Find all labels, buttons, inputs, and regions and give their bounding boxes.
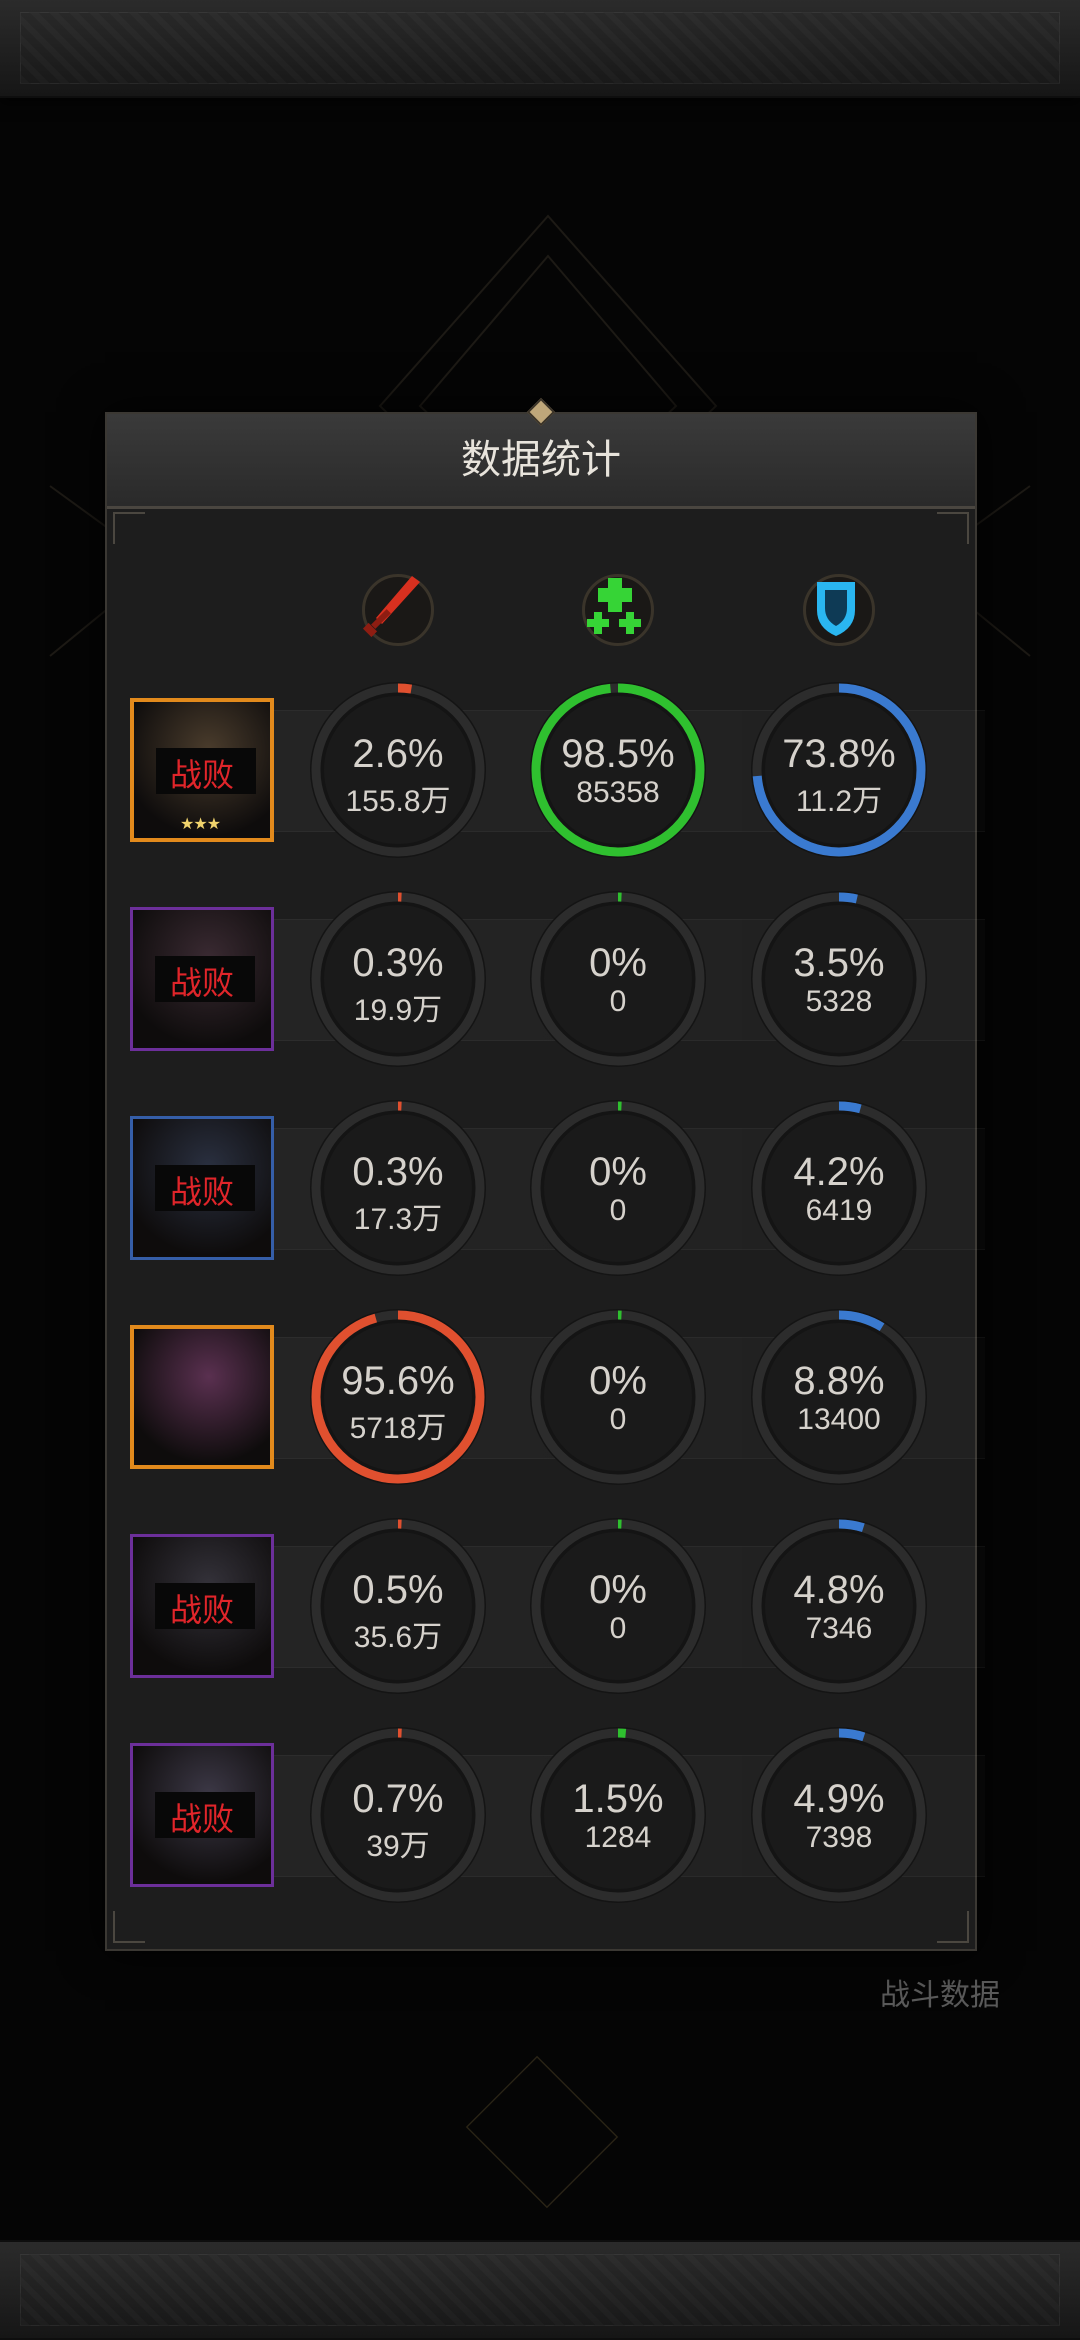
tank-value: 13400 [797,1403,881,1436]
top-frame [0,0,1080,98]
defeat-label: 战败 [169,757,234,793]
tank-value: 7346 [805,1612,873,1645]
heal-ring: 98.5% 85358 [528,680,708,860]
dialog-title: 数据统计 [461,438,621,482]
damage-value: 19.9万 [353,994,443,1027]
heal-value: 1284 [584,1821,652,1854]
damage-ring: 95.6% 5718万 [308,1307,488,1487]
damage-percent: 0.7% [352,1777,444,1821]
heal-column-icon [570,562,660,652]
damage-value: 5718万 [349,1412,447,1445]
hero-avatar[interactable]: 战败 [130,1743,274,1887]
hero-avatar[interactable]: 战败 [130,1116,274,1260]
dialog-header: 数据统计 [107,397,975,509]
frame-ornament [20,2254,1060,2326]
damage-ring: 0.7% 39万 [308,1725,488,1905]
defeat-label: 战败 [169,1174,234,1210]
damage-value: 35.6万 [353,1621,443,1654]
heal-cross-icon [587,578,641,634]
heal-percent: 0% [589,1359,647,1403]
tank-value: 6419 [805,1194,873,1227]
hero-portrait [134,1329,270,1465]
heal-percent: 1.5% [572,1777,664,1821]
tank-ring: 4.2% 6419 [749,1098,929,1278]
tank-value: 7398 [805,1821,873,1854]
damage-percent: 0.3% [352,941,444,985]
heal-ring: 0% 0 [528,1516,708,1696]
shield-icon [817,582,855,636]
tank-ring: 8.8% 13400 [749,1307,929,1487]
tank-value: 11.2万 [795,785,883,818]
battle-data-label: 战斗数据 [880,1979,1000,2012]
damage-value: 39万 [366,1830,430,1863]
heal-percent: 0% [589,1150,647,1194]
heal-percent: 0% [589,1568,647,1612]
tank-value: 5328 [805,985,873,1018]
star-rating: ★★★ [180,816,221,833]
hero-avatar[interactable]: 战败 [130,1534,274,1678]
heal-ring: 0% 0 [528,889,708,1069]
damage-ring: 0.3% 17.3万 [308,1098,488,1278]
damage-percent: 2.6% [352,732,444,776]
tank-percent: 73.8% [782,732,896,776]
damage-value: 155.8万 [345,785,451,818]
tank-percent: 3.5% [793,941,885,985]
tank-ring: 3.5% 5328 [749,889,929,1069]
corner-ornament [937,512,969,544]
tank-ring: 4.9% 7398 [749,1725,929,1905]
damage-ring: 0.3% 19.9万 [308,889,488,1069]
corner-ornament [113,512,145,544]
tank-percent: 4.8% [793,1568,885,1612]
heal-value: 0 [609,1194,627,1227]
tank-ring: 4.8% 7346 [749,1516,929,1696]
hero-avatar[interactable]: 战败 [130,907,274,1051]
heal-value: 85358 [576,776,660,809]
corner-ornament [113,1911,145,1943]
tank-percent: 4.2% [793,1150,885,1194]
defeat-label: 战败 [169,965,234,1001]
hero-avatar[interactable]: 战败 ★★★ [130,698,274,842]
heal-percent: 98.5% [561,732,675,776]
heal-value: 0 [609,1612,627,1645]
damage-percent: 0.5% [352,1568,444,1612]
damage-ring: 0.5% 35.6万 [308,1516,488,1696]
damage-percent: 0.3% [352,1150,444,1194]
damage-value: 17.3万 [353,1203,443,1236]
tank-ring: 73.8% 11.2万 [749,680,929,860]
defense-column-icon [791,562,881,652]
heal-ring: 1.5% 1284 [528,1725,708,1905]
bottom-frame [0,2240,1080,2340]
tank-percent: 4.9% [793,1777,885,1821]
hero-avatar[interactable] [130,1325,274,1469]
heal-value: 0 [609,1403,627,1436]
sword-icon [362,576,420,638]
heal-percent: 0% [589,941,647,985]
damage-column-icon [350,562,440,652]
heal-ring: 0% 0 [528,1098,708,1278]
heal-ring: 0% 0 [528,1307,708,1487]
defeat-label: 战败 [169,1801,234,1837]
damage-ring: 2.6% 155.8万 [308,680,488,860]
defeat-label: 战败 [169,1592,234,1628]
corner-ornament [937,1911,969,1943]
tank-percent: 8.8% [793,1359,885,1403]
frame-ornament [20,12,1060,84]
damage-percent: 95.6% [341,1359,455,1403]
heal-value: 0 [609,985,627,1018]
